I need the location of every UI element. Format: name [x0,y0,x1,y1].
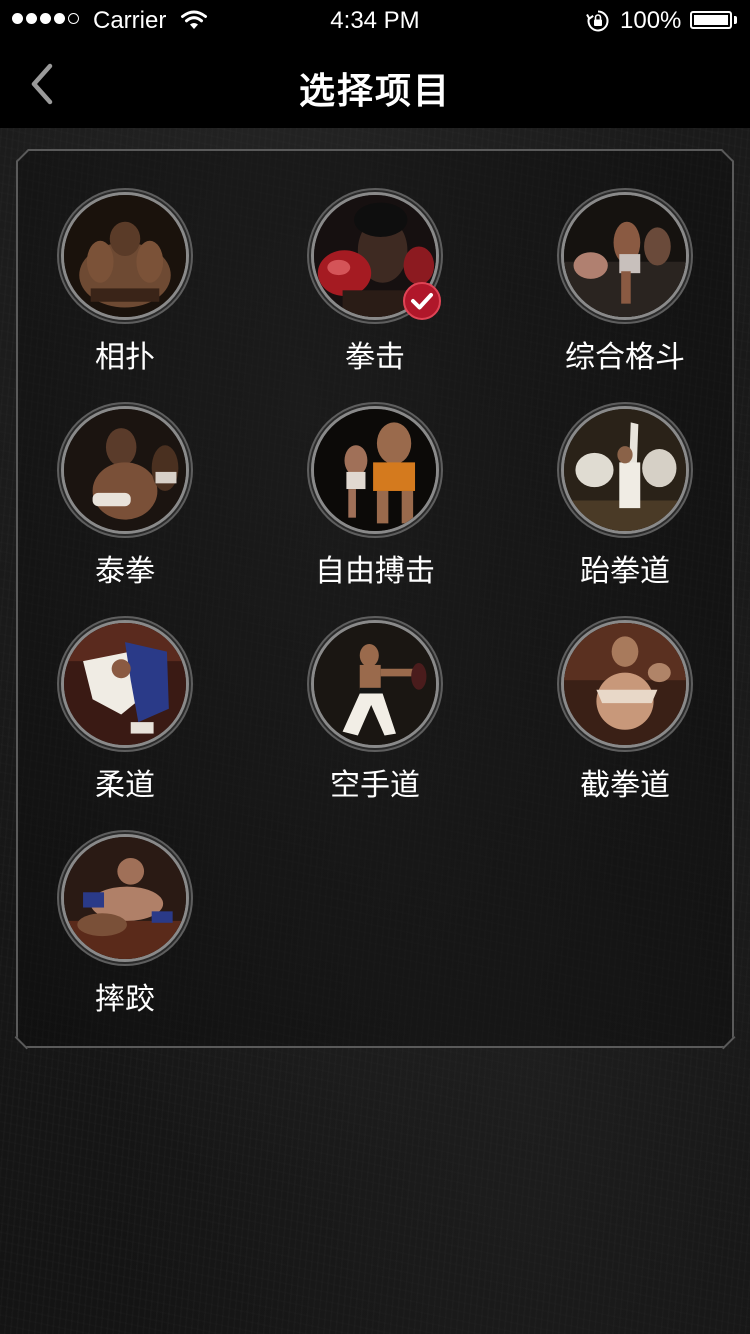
sport-item-boxing[interactable]: 拳击 [275,192,475,392]
sport-item-wrestling[interactable]: 摔跤 [25,834,225,1034]
sport-label: 跆拳道 [580,554,670,589]
rotation-lock-icon [586,10,609,32]
status-bar: Carrier 4:34 PM 100% [0,0,750,40]
sport-item-jeet-kune-do[interactable]: 截拳道 [525,620,725,820]
selected-check-icon [403,282,441,320]
judo-photo-icon [61,620,189,748]
nav-bar: 选择项目 [0,40,750,128]
sport-item-muay-thai[interactable]: 泰拳 [25,406,225,606]
battery-percentage: 100% [620,7,682,34]
battery-icon [690,11,732,29]
mma-photo-icon [561,192,689,320]
sport-item-judo[interactable]: 柔道 [25,620,225,820]
kickboxing-photo-icon [311,406,439,534]
sport-item-mma[interactable]: 综合格斗 [525,192,725,392]
battery-tip [734,16,737,24]
sport-label: 拳击 [345,340,405,375]
sport-label: 综合格斗 [565,340,685,375]
sport-label: 柔道 [95,768,155,803]
jeet-kune-do-photo-icon [561,620,689,748]
sport-label: 空手道 [330,768,420,803]
sport-label: 自由搏击 [315,554,435,589]
sport-label: 泰拳 [95,554,155,589]
sumo-photo-icon [61,192,189,320]
sport-label: 相扑 [95,340,155,375]
sport-item-sumo[interactable]: 相扑 [25,192,225,392]
wrestling-photo-icon [61,834,189,962]
karate-photo-icon [311,620,439,748]
sport-item-taekwondo[interactable]: 跆拳道 [525,406,725,606]
sport-item-kickboxing[interactable]: 自由搏击 [275,406,475,606]
sport-label: 截拳道 [580,768,670,803]
page-title: 选择项目 [298,71,451,112]
muay-thai-photo-icon [61,406,189,534]
taekwondo-photo-icon [561,406,689,534]
sport-item-karate[interactable]: 空手道 [275,620,475,820]
sport-label: 摔跤 [95,982,155,1017]
